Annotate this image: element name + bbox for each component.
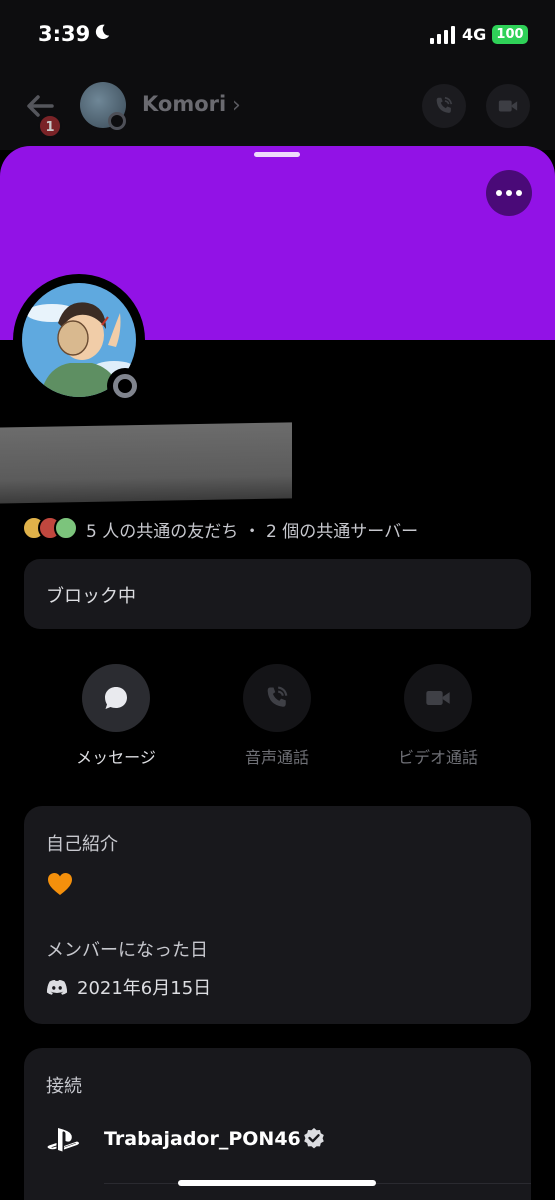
more-dot-icon [496,190,502,196]
signal-icon [430,26,455,44]
more-options-button[interactable] [486,170,532,216]
video-icon [498,100,518,112]
network-type: 4G [462,25,487,44]
contact-name[interactable]: Komori [142,92,226,116]
contact-status-dot [108,112,126,130]
video-call-button[interactable] [486,84,530,128]
username-redacted [0,422,292,504]
message-icon [105,687,127,709]
discord-icon [46,980,68,995]
unread-badge: 1 [38,114,62,138]
bio-title: 自己紹介 [46,834,118,855]
home-indicator[interactable] [178,1180,376,1186]
playstation-icon [47,1128,79,1152]
about-card: 自己紹介 メンバーになった日 2021年6月15日 [24,806,531,1024]
chat-header: 1 Komori › [0,70,555,150]
chevron-right-icon: › [232,93,241,118]
voice-label: 音声通話 [244,748,309,767]
profile-sheet: 5 人の共通の友だち ・ 2 個の共通サーバー ブロック中 メッセージ 音声通話 [0,146,555,1200]
mutual-summary: 5 人の共通の友だち ・ 2 個の共通サーバー [86,522,419,542]
connections-title: 接続 [46,1076,82,1097]
mutual-friend-avatar [54,516,78,540]
phone-call-icon [436,96,453,113]
message-button[interactable] [82,664,150,732]
battery-indicator: 100 [492,25,528,44]
status-time: 3:39 [38,22,91,46]
voice-button[interactable] [243,664,311,732]
video-icon [426,691,450,705]
more-dot-icon [516,190,522,196]
profile-status-indicator [107,368,143,404]
moon-icon [95,24,110,40]
blocked-label: ブロック中 [46,586,136,607]
orange-heart-icon [48,873,72,895]
video-button[interactable] [404,664,472,732]
connections-card: 接続 Trabajador_PON46 [24,1048,531,1200]
more-dot-icon [506,190,512,196]
member-since-date: 2021年6月15日 [77,978,212,999]
status-bar: 3:39 4G 100 [0,0,555,70]
video-label: ビデオ通話 [397,748,478,767]
sheet-grabber[interactable] [254,152,300,157]
member-since-title: メンバーになった日 [46,940,208,961]
connection-name: Trabajador_PON46 [104,1128,301,1150]
phone-call-icon [267,686,288,707]
voice-call-button[interactable] [422,84,466,128]
blocked-banner[interactable]: ブロック中 [24,559,531,629]
message-label: メッセージ [76,748,156,767]
verified-icon [304,1128,324,1149]
